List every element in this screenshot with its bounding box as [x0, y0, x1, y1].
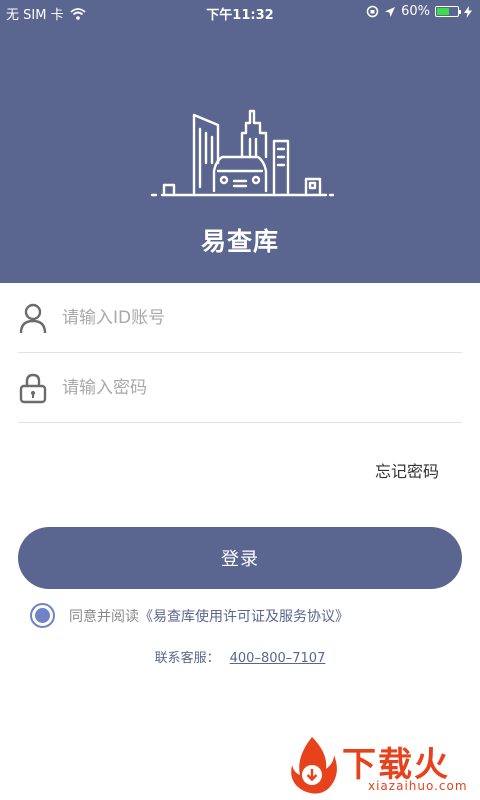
- agreement-link[interactable]: 《易查库使用许可证及服务协议》: [139, 606, 349, 626]
- login-screen: 无 SIM 卡 下午11:32 60% 易查库 请输入ID账号 忘记密码 登录 …: [0, 0, 480, 800]
- battery-icon: [435, 6, 461, 17]
- watermark: 下载火 xiazaihuo.com: [280, 735, 476, 797]
- password-input[interactable]: [62, 371, 452, 405]
- forgot-password-link[interactable]: 忘记密码: [375, 458, 439, 482]
- lock-icon: [19, 373, 47, 404]
- contact-phone-link[interactable]: 400–800–7107: [230, 651, 326, 666]
- status-bar: 无 SIM 卡 下午11:32 60%: [0, 0, 480, 24]
- app-title: 易查库: [200, 227, 279, 256]
- login-button[interactable]: 登录: [18, 527, 462, 589]
- user-icon: [19, 303, 47, 334]
- id-field: [18, 283, 462, 353]
- agreement-row: 同意并阅读 《易查库使用许可证及服务协议》: [30, 603, 349, 628]
- header-banner: 无 SIM 卡 下午11:32 60% 易查库: [0, 0, 480, 283]
- watermark-url: xiazaihuo.com: [368, 779, 468, 793]
- id-input[interactable]: [62, 301, 452, 335]
- agreement-radio[interactable]: [30, 603, 55, 628]
- contact-label: 联系客服：: [154, 651, 220, 666]
- charging-icon: [464, 5, 472, 18]
- agreement-prefix: 同意并阅读: [69, 608, 139, 625]
- orientation-lock-icon: [366, 5, 379, 18]
- password-field: [18, 353, 462, 423]
- battery-percent: 60%: [401, 4, 430, 19]
- city-car-icon: [150, 109, 334, 197]
- location-arrow-icon: [385, 6, 396, 17]
- flame-logo-icon: [291, 737, 337, 794]
- contact-row: 联系客服： 400–800–7107: [0, 647, 480, 666]
